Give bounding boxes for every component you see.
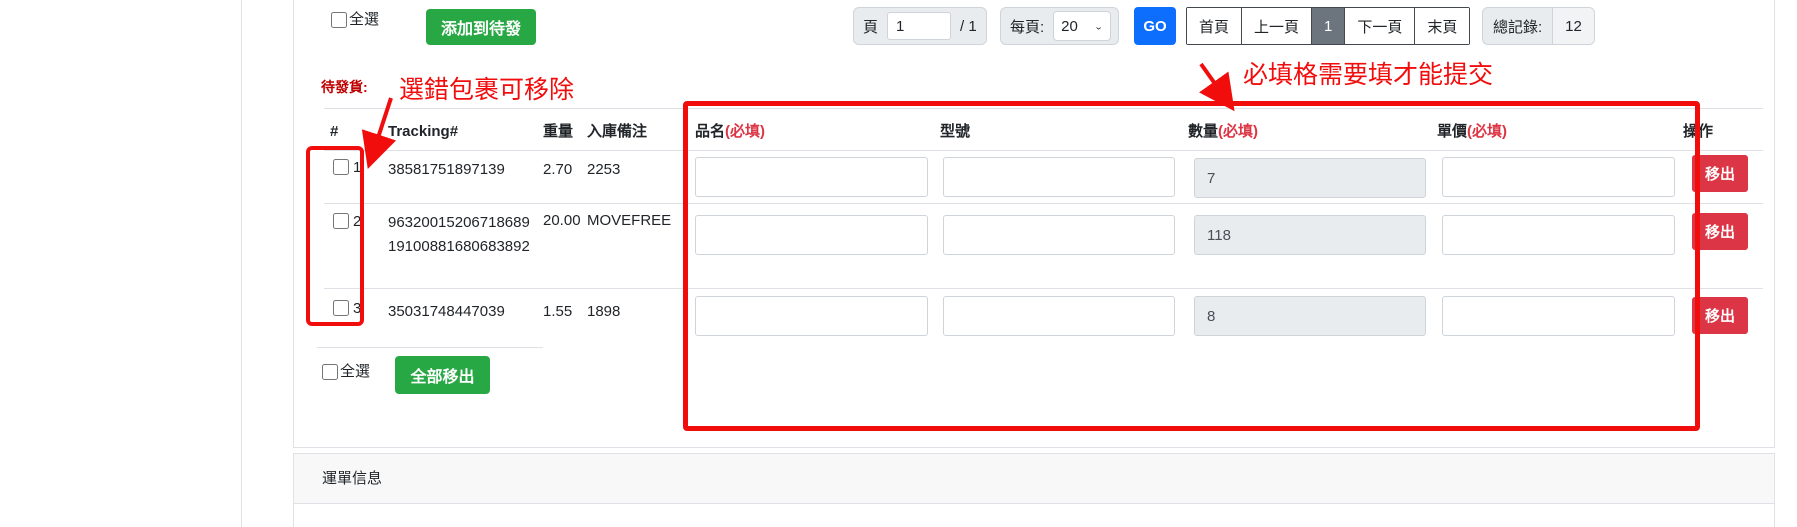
weight-value: 2.70 [543, 160, 572, 180]
add-to-pending-button[interactable]: 添加到待發 [426, 9, 536, 45]
pager-button-group: 首頁 上一頁 1 下一頁 末頁 [1186, 7, 1470, 45]
inbound-note: 2253 [587, 160, 620, 180]
select-all-top-label: 全選 [349, 10, 379, 30]
price-required-tag: (必填) [1467, 123, 1507, 140]
page-label: 頁 [854, 16, 887, 37]
annotation-required-note: 必填格需要填才能提交 [1243, 55, 1493, 91]
col-name-header: 品名(必填) [695, 122, 765, 142]
tracking-number: 38581751897139 [388, 160, 505, 180]
tracking-number: 9632001520671868919100881680683892 [388, 211, 538, 258]
product-name-input[interactable] [695, 157, 928, 197]
model-input[interactable] [943, 157, 1175, 197]
unit-price-input[interactable] [1442, 296, 1675, 336]
prev-page-button[interactable]: 上一頁 [1242, 8, 1312, 44]
row-index: 2 [353, 212, 361, 232]
row-checkbox[interactable] [333, 300, 349, 316]
row-index: 1 [353, 158, 361, 178]
page-number-group: 頁 / 1 [853, 7, 987, 45]
remove-row-button[interactable]: 移出 [1692, 297, 1748, 334]
last-page-button[interactable]: 末頁 [1415, 8, 1469, 44]
select-all-bottom-label: 全選 [340, 362, 370, 382]
row-divider-1 [324, 203, 1763, 204]
quantity-input[interactable] [1194, 158, 1426, 198]
per-page-group: 每頁: 20 ⌄ [1000, 7, 1119, 45]
row-divider-2 [324, 288, 1763, 289]
per-page-select[interactable]: 20 ⌄ [1053, 11, 1111, 41]
table-top-border [324, 108, 1763, 109]
per-page-label: 每頁: [1001, 16, 1053, 37]
total-records-value: 12 [1552, 8, 1594, 44]
page: 全選 添加到待發 頁 / 1 每頁: 20 ⌄ GO 首頁 上一頁 1 下一頁 … [0, 0, 1797, 527]
col-action-header: 操作 [1683, 122, 1713, 142]
product-name-input[interactable] [695, 215, 928, 255]
row-checkbox[interactable] [333, 213, 349, 229]
col-note-header: 入庫備注 [587, 122, 647, 142]
quantity-input[interactable] [1194, 296, 1426, 336]
annotation-remove-note: 選錯包裹可移除 [399, 70, 574, 106]
quantity-input[interactable] [1194, 215, 1426, 255]
chevron-down-icon: ⌄ [1094, 21, 1103, 31]
page-left-divider [241, 0, 242, 527]
name-required-tag: (必填) [725, 123, 765, 140]
first-page-button[interactable]: 首頁 [1187, 8, 1242, 44]
qty-required-tag: (必填) [1218, 123, 1258, 140]
unit-price-input[interactable] [1442, 215, 1675, 255]
remove-row-button[interactable]: 移出 [1692, 213, 1748, 250]
waybill-card-header: 運單信息 [294, 454, 1774, 504]
table-header-border [324, 150, 1763, 151]
per-page-value: 20 [1061, 18, 1078, 35]
col-index-header: # [330, 122, 338, 142]
col-weight-header: 重量 [543, 122, 573, 142]
page-total-label: / 1 [951, 18, 986, 35]
waybill-info-card: 運單信息 [293, 453, 1775, 527]
weight-value: 20.00 [543, 211, 581, 231]
go-button[interactable]: GO [1134, 7, 1176, 45]
col-tracking-header: Tracking# [388, 122, 458, 142]
table-bottom-divider [317, 347, 543, 348]
total-records-label: 總記錄: [1483, 16, 1552, 37]
next-page-button[interactable]: 下一頁 [1345, 8, 1415, 44]
inbound-note: 1898 [587, 302, 620, 322]
weight-value: 1.55 [543, 302, 572, 322]
model-input[interactable] [943, 215, 1175, 255]
select-all-bottom-checkbox[interactable] [322, 364, 338, 380]
pending-goods-label: 待發貨: [321, 77, 368, 97]
unit-price-input[interactable] [1442, 157, 1675, 197]
inbound-note: MOVEFREE [587, 211, 671, 231]
col-qty-header: 數量(必填) [1188, 122, 1258, 142]
product-name-input[interactable] [695, 296, 928, 336]
remove-all-button[interactable]: 全部移出 [395, 356, 490, 394]
row-checkbox[interactable] [333, 159, 349, 175]
row-index: 3 [353, 299, 361, 319]
tracking-number: 35031748447039 [388, 302, 505, 322]
col-price-header: 單價(必填) [1437, 122, 1507, 142]
remove-row-button[interactable]: 移出 [1692, 155, 1748, 192]
page-number-input[interactable] [887, 12, 951, 40]
col-model-header: 型號 [940, 122, 970, 142]
model-input[interactable] [943, 296, 1175, 336]
current-page-button[interactable]: 1 [1312, 8, 1345, 44]
select-all-top-checkbox[interactable] [331, 12, 347, 28]
total-records-box: 總記錄: 12 [1482, 7, 1595, 45]
waybill-panel-title: 運單信息 [322, 469, 382, 489]
